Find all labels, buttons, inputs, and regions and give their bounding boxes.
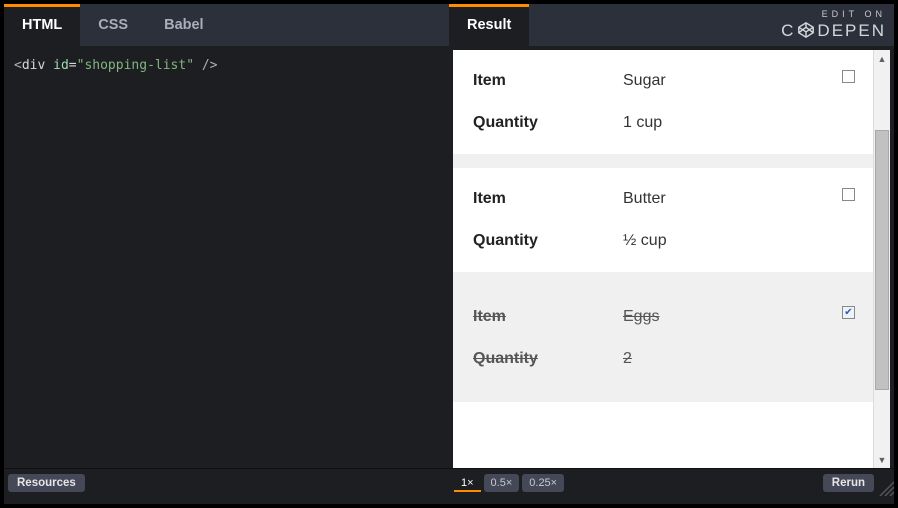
item-value: Eggs (623, 308, 659, 326)
scroll-thumb[interactable] (875, 130, 889, 390)
zoom-05x-button[interactable]: 0.5× (484, 474, 520, 492)
scroll-up-icon[interactable]: ▲ (874, 50, 890, 67)
code-str: "shopping-list" (77, 58, 194, 73)
qty-label: Quantity (473, 350, 623, 368)
preview-frame: Item Sugar Quantity 1 cup (453, 50, 890, 468)
checkbox[interactable] (842, 70, 855, 83)
resources-button[interactable]: Resources (8, 474, 85, 492)
tab-css[interactable]: CSS (80, 4, 146, 46)
codepen-wordmark2: DEPEN (817, 22, 886, 39)
item-value: Sugar (623, 72, 666, 90)
edit-on-label: EDIT ON (781, 10, 886, 19)
scrollbar[interactable]: ▲ ▼ (873, 50, 890, 468)
code-close: /> (194, 58, 217, 73)
rerun-button[interactable]: Rerun (823, 474, 874, 492)
code-editor[interactable]: <div id="shopping-list" /> (4, 46, 449, 468)
code-punc: < (14, 58, 22, 73)
checkbox[interactable]: ✔ (842, 306, 855, 319)
resize-handle-icon[interactable] (876, 478, 894, 496)
code-tagname: div (22, 58, 45, 73)
code-attr: id (53, 58, 69, 73)
tab-babel[interactable]: Babel (146, 4, 222, 46)
qty-label: Quantity (473, 232, 623, 250)
item-value: Butter (623, 190, 666, 208)
qty-label: Quantity (473, 114, 623, 132)
item-label: Item (473, 190, 623, 208)
codepen-badge[interactable]: EDIT ON C DEPEN (781, 10, 886, 39)
zoom-controls: 1× 0.5× 0.25× (454, 474, 564, 492)
footer-bar: Resources 1× 0.5× 0.25× Rerun (4, 468, 894, 496)
checkbox[interactable] (842, 188, 855, 201)
tab-html[interactable]: HTML (4, 4, 80, 46)
list-item: Item Sugar Quantity 1 cup (453, 50, 873, 154)
qty-value: 2 (623, 350, 632, 368)
item-label: Item (473, 72, 623, 90)
qty-value: 1 cup (623, 114, 662, 132)
result-tabs: Result EDIT ON C DEPEN (449, 4, 894, 46)
code-eq: = (69, 58, 77, 73)
scroll-down-icon[interactable]: ▼ (874, 451, 890, 468)
codepen-wordmark: C (781, 22, 795, 39)
editor-tabs: HTML CSS Babel (4, 4, 449, 46)
qty-value: ½ cup (623, 232, 667, 250)
item-label: Item (473, 308, 623, 326)
zoom-025x-button[interactable]: 0.25× (522, 474, 564, 492)
zoom-1x-button[interactable]: 1× (454, 474, 481, 492)
codepen-logo-icon (797, 21, 815, 39)
list-item: Item Butter Quantity ½ cup (453, 168, 873, 272)
list-item (453, 402, 873, 418)
shopping-list: Item Sugar Quantity 1 cup (453, 50, 873, 468)
tab-result[interactable]: Result (449, 4, 529, 46)
list-item: ✔ Item Eggs Quantity 2 (453, 286, 873, 390)
